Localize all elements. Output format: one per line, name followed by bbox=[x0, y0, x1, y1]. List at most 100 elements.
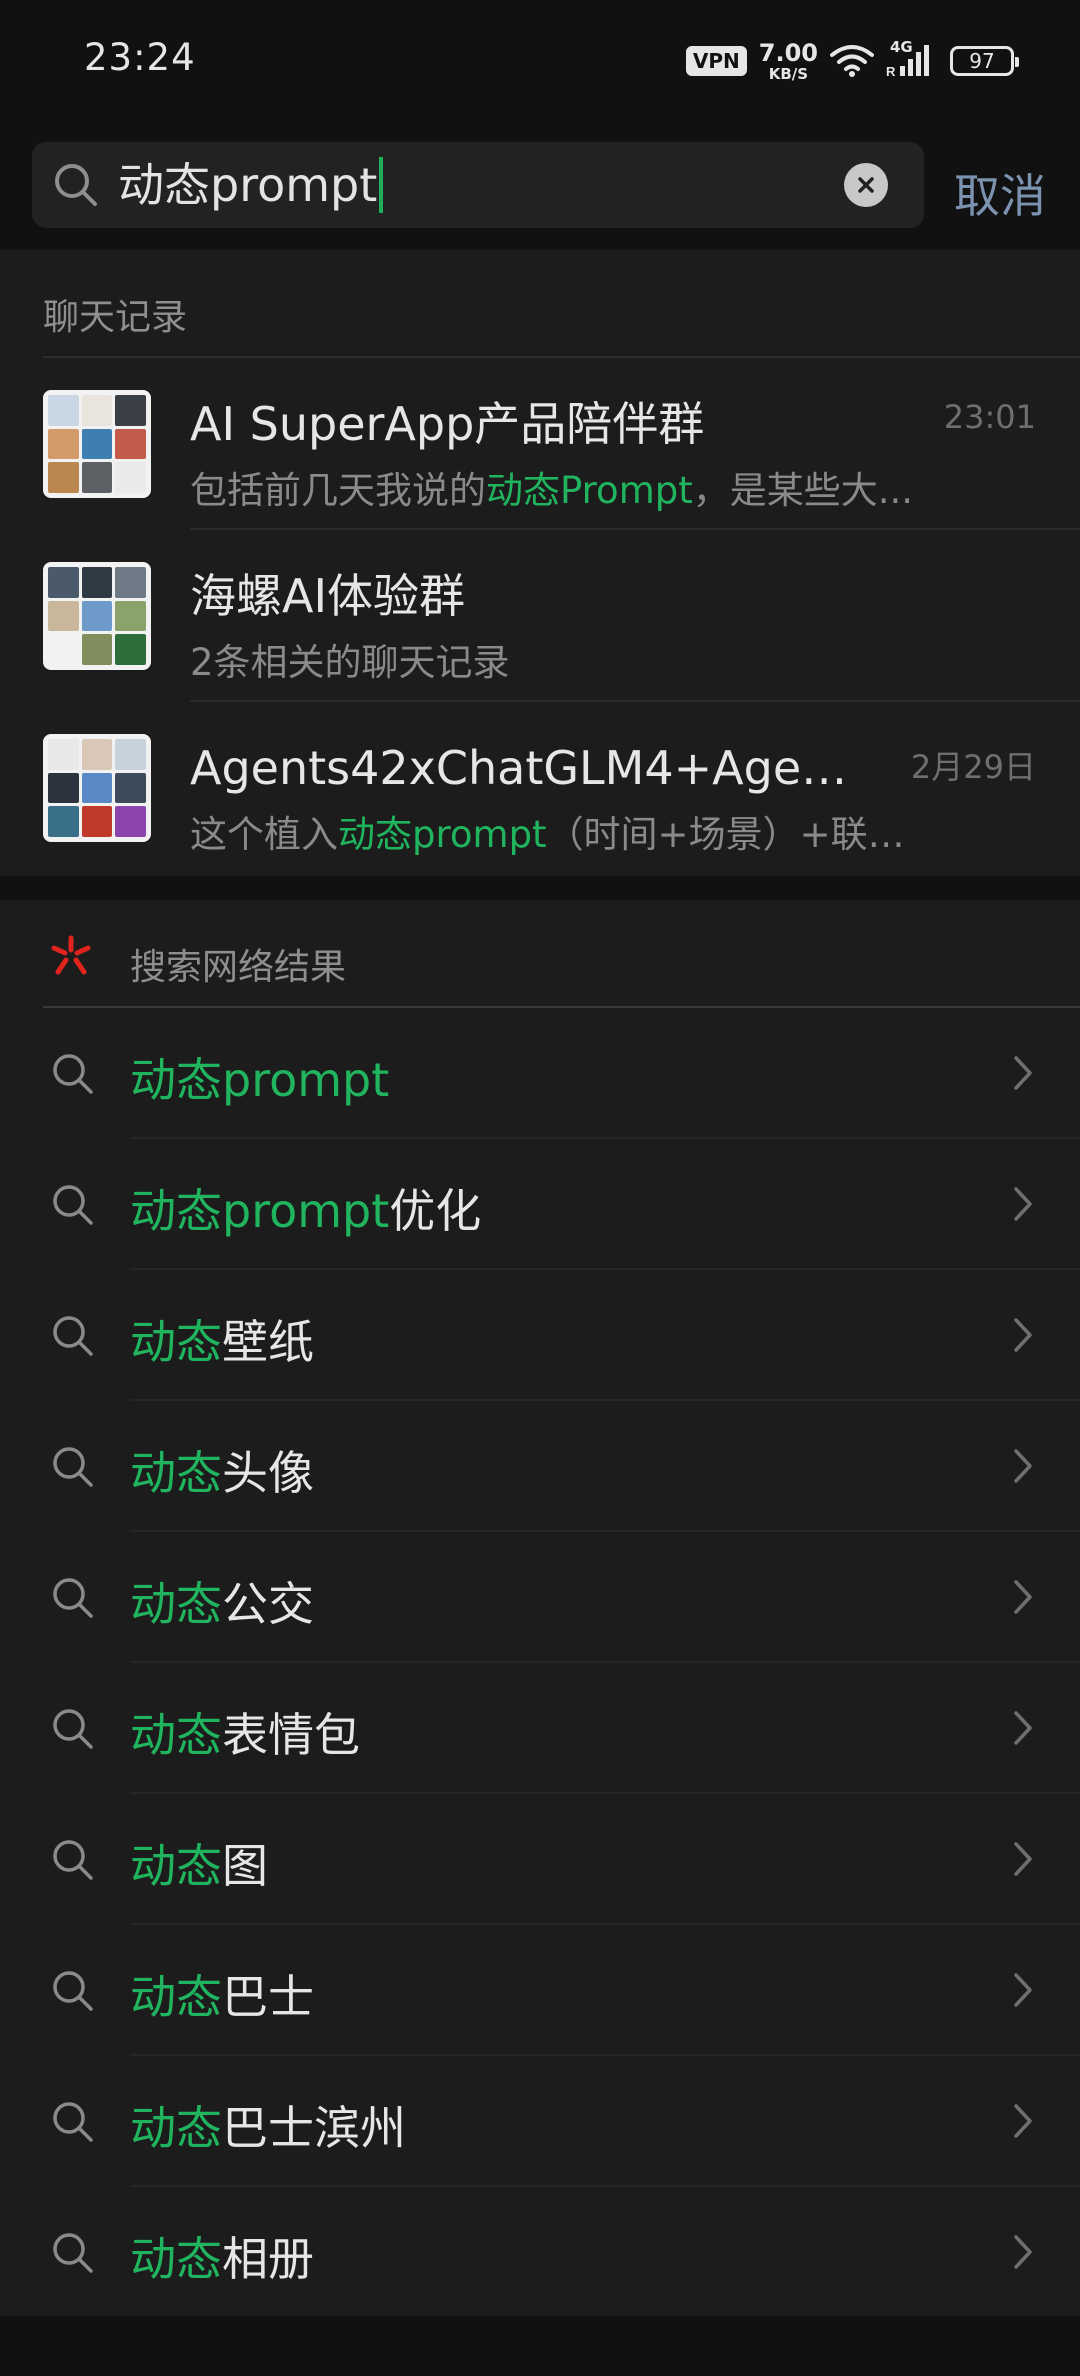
suggestion-label: 动态相册 bbox=[130, 2223, 314, 2289]
network-speed-value: 7.00 bbox=[758, 38, 818, 67]
search-suggestion-item[interactable]: 动态公交 bbox=[0, 1532, 1080, 1663]
suggestion-label: 动态壁纸 bbox=[130, 1306, 314, 1372]
signal-icon: 4G R bbox=[886, 38, 930, 78]
status-bar: 23:24 VPN 7.00 KB/S 4G R 97 bbox=[0, 0, 1080, 120]
suggestion-highlight: 动态 bbox=[130, 1315, 222, 1369]
svg-text:R: R bbox=[886, 64, 896, 78]
suggestion-rest: 图 bbox=[222, 1839, 268, 1893]
web-results-section: 搜索网络结果 动态prompt 动态prompt优化 动态壁纸 动态头像 动态公交 动态表… bbox=[0, 900, 1080, 2316]
search-icon bbox=[50, 1706, 96, 1756]
snippet-highlight: 动态Prompt bbox=[486, 469, 693, 512]
suggestion-label: 动态巴士滨州 bbox=[130, 2092, 406, 2158]
search-icon bbox=[50, 1444, 96, 1494]
chat-title: 海螺AI体验群 bbox=[190, 569, 466, 623]
search-suggestion-item[interactable]: 动态图 bbox=[0, 1794, 1080, 1925]
suggestion-label: 动态公交 bbox=[130, 1568, 314, 1634]
chat-result-item[interactable]: Agents42xChatGLM4+Agently黑... 2月29日 这个植入… bbox=[0, 702, 1080, 874]
search-icon bbox=[50, 1182, 96, 1232]
suggestion-highlight: 动态 bbox=[130, 2232, 222, 2286]
snippet-highlight: 动态prompt bbox=[338, 813, 547, 856]
network-speed-unit: KB/S bbox=[768, 64, 809, 83]
group-avatar bbox=[43, 390, 151, 498]
search-suggestion-item[interactable]: 动态相册 bbox=[0, 2187, 1080, 2318]
search-suggestion-item[interactable]: 动态巴士 bbox=[0, 1925, 1080, 2056]
chat-result-item[interactable]: 海螺AI体验群 2条相关的聊天记录 bbox=[0, 530, 1080, 702]
snippet-text: 这个植入 bbox=[190, 813, 338, 856]
search-icon bbox=[50, 2099, 96, 2149]
chat-records-header: 聊天记录 bbox=[43, 297, 188, 338]
snippet-text: （时间+场景）+联网... bbox=[546, 813, 930, 856]
chat-time: 23:01 bbox=[943, 398, 1036, 436]
chevron-right-icon bbox=[1012, 1317, 1034, 1357]
chevron-right-icon bbox=[1012, 1186, 1034, 1226]
suggestion-label: 动态prompt bbox=[130, 1044, 389, 1110]
search-suggestion-item[interactable]: 动态prompt优化 bbox=[0, 1139, 1080, 1270]
search-icon bbox=[52, 161, 100, 213]
search-suggestion-item[interactable]: 动态头像 bbox=[0, 1401, 1080, 1532]
search-query: 动态prompt bbox=[118, 158, 378, 212]
chevron-right-icon bbox=[1012, 1841, 1034, 1881]
text-caret bbox=[379, 157, 384, 213]
search-icon bbox=[50, 1313, 96, 1363]
suggestion-highlight: 动态 bbox=[130, 1577, 222, 1631]
search-suggestion-item[interactable]: 动态表情包 bbox=[0, 1663, 1080, 1794]
search-icon bbox=[50, 2230, 96, 2280]
clear-icon[interactable] bbox=[844, 163, 888, 207]
suggestion-highlight: 动态 bbox=[130, 1708, 222, 1762]
chevron-right-icon bbox=[1012, 2234, 1034, 2274]
vpn-badge: VPN bbox=[685, 46, 747, 76]
suggestion-highlight: 动态 bbox=[130, 2101, 222, 2155]
snippet-text: 2条相关的聊天记录 bbox=[190, 641, 510, 684]
chat-title: Agents42xChatGLM4+Agently黑... bbox=[190, 741, 870, 795]
chevron-right-icon bbox=[1012, 2103, 1034, 2143]
chevron-right-icon bbox=[1012, 1055, 1034, 1095]
suggestion-rest: 表情包 bbox=[222, 1708, 360, 1762]
search-input-box[interactable]: 动态prompt bbox=[32, 142, 924, 228]
search-suggestion-item[interactable]: 动态壁纸 bbox=[0, 1270, 1080, 1401]
search-bar: 动态prompt 取消 bbox=[0, 120, 1080, 250]
chat-snippet: 包括前几天我说的动态Prompt，是某些大... bbox=[190, 460, 930, 514]
suggestion-rest: 巴士 bbox=[222, 1970, 314, 2024]
search-icon bbox=[50, 1968, 96, 2018]
suggestion-highlight: 动态 bbox=[130, 1839, 222, 1893]
wifi-icon bbox=[830, 44, 874, 78]
suggestion-rest: 优化 bbox=[389, 1184, 482, 1238]
suggestion-rest: 相册 bbox=[222, 2232, 314, 2286]
battery-icon: 97 bbox=[950, 46, 1019, 76]
suggestion-label: 动态表情包 bbox=[130, 1699, 360, 1765]
search-icon bbox=[50, 1575, 96, 1625]
chat-title: AI SuperApp产品陪伴群 bbox=[190, 397, 705, 451]
status-icons: VPN 7.00 KB/S 4G R 97 bbox=[685, 38, 1019, 84]
suggestion-rest: 头像 bbox=[222, 1446, 314, 1500]
suggestion-label: 动态prompt优化 bbox=[130, 1175, 481, 1241]
chat-result-item[interactable]: AI SuperApp产品陪伴群 23:01 包括前几天我说的动态Prompt，… bbox=[0, 358, 1080, 530]
group-avatar bbox=[43, 562, 151, 670]
suggestion-rest: 壁纸 bbox=[222, 1315, 314, 1369]
suggestion-highlight: 动态prompt bbox=[130, 1184, 390, 1238]
network-type: 4G bbox=[890, 38, 913, 56]
chevron-right-icon bbox=[1012, 1448, 1034, 1488]
chevron-right-icon bbox=[1012, 1710, 1034, 1750]
suggestion-label: 动态头像 bbox=[130, 1437, 314, 1503]
suggestion-highlight: 动态prompt bbox=[130, 1053, 390, 1107]
chat-time: 2月29日 bbox=[910, 748, 1036, 786]
chevron-right-icon bbox=[1012, 1579, 1034, 1619]
search-input[interactable]: 动态prompt bbox=[118, 154, 384, 216]
suggestion-highlight: 动态 bbox=[130, 1970, 222, 2024]
chevron-right-icon bbox=[1012, 1972, 1034, 2012]
chat-records-section: 聊天记录 AI SuperApp产品陪伴群 23:01 包括前几天我说的动态Pr… bbox=[0, 250, 1080, 876]
suggestion-rest: 公交 bbox=[222, 1577, 314, 1631]
search-suggestion-item[interactable]: 动态prompt bbox=[0, 1008, 1080, 1139]
web-search-logo-icon bbox=[48, 932, 94, 982]
status-time: 23:24 bbox=[84, 36, 196, 79]
search-icon bbox=[50, 1837, 96, 1887]
chat-snippet: 2条相关的聊天记录 bbox=[190, 632, 930, 686]
snippet-text: ，是某些大... bbox=[692, 469, 914, 512]
cancel-button[interactable]: 取消 bbox=[954, 160, 1046, 226]
suggestion-label: 动态巴士 bbox=[130, 1961, 314, 2027]
search-icon bbox=[50, 1051, 96, 1101]
suggestion-highlight: 动态 bbox=[130, 1446, 222, 1500]
chat-snippet: 这个植入动态prompt（时间+场景）+联网... bbox=[190, 804, 930, 858]
search-suggestion-item[interactable]: 动态巴士滨州 bbox=[0, 2056, 1080, 2187]
suggestion-label: 动态图 bbox=[130, 1830, 268, 1896]
